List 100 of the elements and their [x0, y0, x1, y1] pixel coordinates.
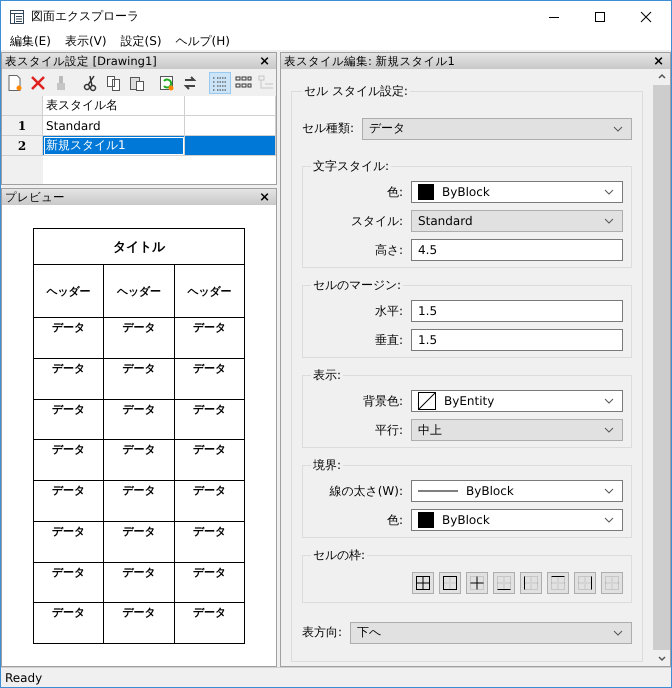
row-number: 2	[2, 136, 43, 156]
right-border-icon	[577, 575, 593, 591]
preview-cell: データ	[34, 440, 104, 480]
copy-icon	[105, 74, 123, 92]
preview-cell: データ	[104, 480, 174, 522]
line-sample-icon	[418, 489, 458, 493]
toolbar-button[interactable]	[209, 72, 231, 94]
field-label: 背景色:	[362, 392, 403, 410]
maximize-icon[interactable]	[594, 10, 606, 22]
chevron-icon	[604, 218, 614, 224]
group-title: 境界:	[312, 457, 342, 474]
preview-cell: データ	[174, 358, 244, 399]
group-title: 表示:	[312, 367, 342, 384]
dropdown[interactable]: ByBlock	[411, 181, 623, 203]
dropdown[interactable]: 中上	[411, 419, 623, 441]
border-button[interactable]	[547, 572, 569, 594]
close-button[interactable]: ×	[256, 54, 273, 68]
new-document-icon	[6, 74, 24, 92]
close-button[interactable]: ×	[256, 190, 273, 204]
preview-cell: データ	[104, 399, 174, 440]
chevron-icon	[604, 488, 614, 494]
dropdown[interactable]: ByBlock	[411, 480, 623, 502]
field-label: 表方向:	[302, 624, 342, 641]
close-icon[interactable]	[640, 10, 652, 22]
dropdown[interactable]: ByEntity	[411, 390, 623, 412]
dropdown[interactable]: Standard	[411, 210, 623, 232]
preview-cell: データ	[34, 399, 104, 440]
field-label: スタイル:	[350, 212, 403, 230]
preview-cell: データ	[34, 521, 104, 562]
menu-item[interactable]: 表示(V)	[58, 32, 114, 50]
preview-cell: データ	[104, 521, 174, 562]
chevron-icon	[613, 630, 623, 636]
dropdown[interactable]: 下へ	[350, 622, 632, 644]
preview-header: ヘッダー	[34, 264, 104, 318]
window-title: 図面エクスプローラ	[31, 8, 139, 25]
field-label: 水平:	[374, 302, 403, 320]
dropdown[interactable]: データ	[362, 118, 632, 140]
scroll-down-icon[interactable]	[658, 656, 666, 662]
field-label: 色:	[386, 184, 403, 200]
preview-cell: データ	[34, 358, 104, 399]
scroll-up-icon[interactable]	[658, 73, 666, 79]
chevron-icon	[613, 126, 623, 132]
section-title: セル スタイル設定:	[303, 83, 409, 100]
chevron-icon	[604, 189, 614, 195]
slashed-swatch-icon	[418, 392, 436, 410]
preview-cell: データ	[174, 440, 244, 480]
preview-cell: データ	[174, 399, 244, 440]
column-header: 表スタイル名	[43, 96, 185, 116]
preview-cell: データ	[174, 602, 244, 644]
border-button[interactable]	[412, 572, 434, 594]
input-field[interactable]: 1.5	[411, 300, 623, 322]
tree-view-icon	[257, 74, 275, 92]
preview-cell: データ	[104, 318, 174, 358]
left-border-icon	[523, 575, 539, 591]
no-border-icon	[604, 575, 620, 591]
menu-item[interactable]: ヘルプ(H)	[168, 32, 237, 50]
preview-cell: データ	[104, 440, 174, 480]
status-text: Ready	[5, 670, 42, 684]
border-button[interactable]	[520, 572, 542, 594]
preview-cell: データ	[34, 562, 104, 603]
row-number: 1	[2, 116, 43, 136]
menu-item[interactable]: 編集(E)	[3, 32, 58, 50]
top-border-icon	[550, 575, 566, 591]
preview-cell: データ	[104, 358, 174, 399]
menu-item[interactable]: 設定(S)	[114, 32, 169, 50]
panel-title: プレビュー	[5, 190, 65, 204]
border-button[interactable]	[574, 572, 596, 594]
preview-cell: データ	[34, 480, 104, 522]
border-button[interactable]	[493, 572, 515, 594]
delete-icon	[29, 74, 47, 92]
preview-cell: データ	[34, 318, 104, 358]
preview-cell: データ	[174, 521, 244, 562]
preview-cell: データ	[174, 480, 244, 522]
field-label: 色:	[386, 512, 403, 528]
field-label: 高さ:	[374, 242, 403, 258]
group-title: セルのマージン:	[312, 277, 402, 294]
field-label: 線の太さ(W):	[328, 482, 403, 500]
panel-title: 表スタイル設定 [Drawing1]	[5, 54, 157, 68]
group-title: セルの枠:	[312, 547, 366, 564]
bottom-border-icon	[496, 575, 512, 591]
preview-header: ヘッダー	[104, 264, 174, 318]
input-field[interactable]: 1.5	[411, 329, 623, 351]
group-title: 文字スタイル:	[312, 158, 390, 175]
close-button[interactable]: ×	[650, 54, 667, 68]
chevron-icon	[604, 427, 614, 433]
all-borders-icon	[415, 575, 431, 591]
import-icon	[158, 74, 176, 92]
inner-border-icon	[469, 575, 485, 591]
input-field[interactable]: 4.5	[411, 239, 623, 261]
outer-border-icon	[442, 575, 458, 591]
border-button[interactable]	[439, 572, 461, 594]
field-label: 平行:	[374, 422, 403, 438]
dropdown[interactable]: ByBlock	[411, 509, 623, 531]
border-button[interactable]	[466, 572, 488, 594]
preview-cell: データ	[34, 602, 104, 644]
chevron-icon	[604, 517, 614, 523]
style-name-cell[interactable]: 新規スタイル1	[43, 136, 185, 156]
preview-cell: データ	[104, 562, 174, 603]
preview-header: ヘッダー	[174, 264, 244, 318]
swap-arrows-icon	[181, 74, 199, 92]
